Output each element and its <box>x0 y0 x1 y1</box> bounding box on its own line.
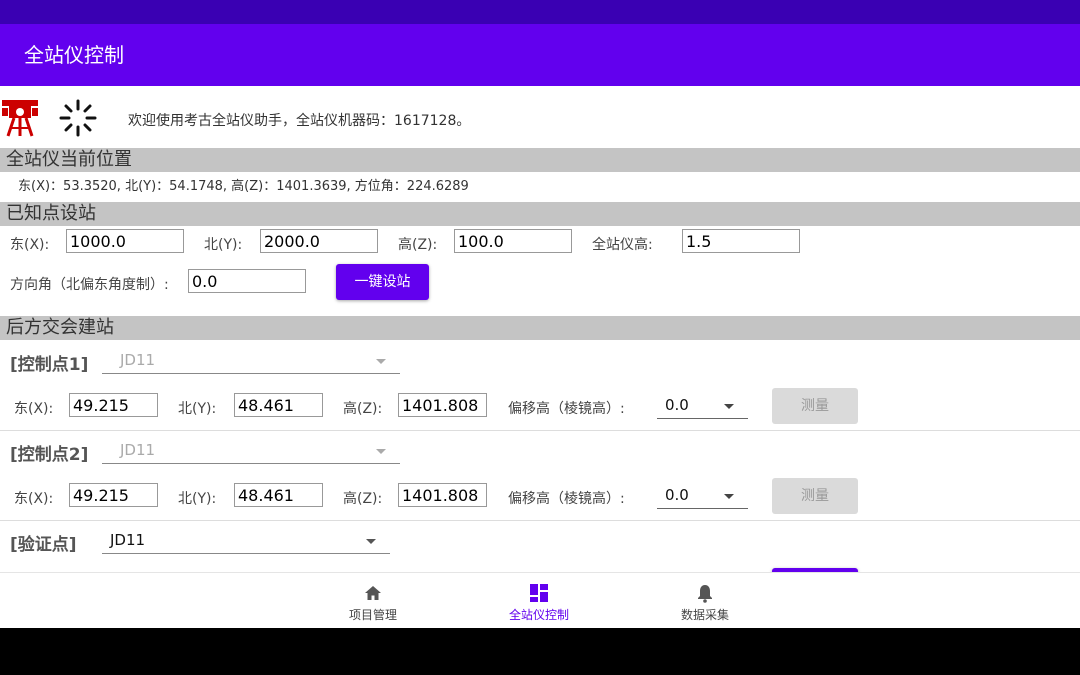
azimuth-input[interactable] <box>188 269 306 293</box>
control-point-1-select-value: JD11 <box>120 351 156 369</box>
instrument-height-input[interactable] <box>682 229 800 253</box>
loading-spinner-icon <box>58 98 98 138</box>
app-bar: 全站仪控制 <box>0 24 1080 86</box>
cp1-offset-select[interactable]: 0.0 <box>657 393 748 419</box>
control-point-2-select-value: JD11 <box>120 441 156 459</box>
status-bar <box>0 0 1080 24</box>
cp2-east-label: 东(X): <box>14 491 54 507</box>
dashboard-icon <box>529 583 549 603</box>
control-point-1-select[interactable]: JD11 <box>102 348 400 374</box>
main-content[interactable]: 欢迎使用考古全站仪助手，全站仪机器码：1617128。 全站仪当前位置 东(X)… <box>0 86 1080 572</box>
control-point-1-label: [控制点1] <box>10 355 89 375</box>
nav-item-project-management[interactable]: 项目管理 <box>313 573 433 629</box>
bottom-navigation: 项目管理 全站仪控制 数据采集 <box>0 572 1080 628</box>
divider <box>0 520 1080 521</box>
azimuth-label: 方向角（北偏东角度制）: <box>10 277 169 293</box>
known-point-section-header: 已知点设站 <box>0 202 1080 226</box>
height-label: 高(Z): <box>398 237 438 253</box>
cp1-offset-label: 偏移高（棱镜高）: <box>508 401 625 417</box>
chevron-down-icon <box>724 494 734 499</box>
divider <box>0 430 1080 431</box>
cp2-north-input[interactable] <box>234 483 323 507</box>
resection-section-header: 后方交会建站 <box>0 316 1080 340</box>
control-point-2-select[interactable]: JD11 <box>102 438 400 464</box>
verify-point-select[interactable]: JD11 <box>102 528 390 554</box>
position-section-header: 全站仪当前位置 <box>0 148 1080 172</box>
cp1-measure-button[interactable]: 测量 <box>772 388 858 424</box>
chevron-down-icon <box>366 539 376 544</box>
cp1-north-label: 北(Y): <box>178 401 217 417</box>
cp1-east-input[interactable] <box>69 393 158 417</box>
cp2-height-label: 高(Z): <box>343 491 383 507</box>
verify-point-label: [验证点] <box>10 535 77 555</box>
cp2-north-label: 北(Y): <box>178 491 217 507</box>
cp1-offset-value: 0.0 <box>665 396 689 414</box>
known-north-input[interactable] <box>260 229 378 253</box>
nav-item-total-station-control[interactable]: 全站仪控制 <box>479 573 599 629</box>
known-height-input[interactable] <box>454 229 572 253</box>
cp2-offset-value: 0.0 <box>665 486 689 504</box>
cp1-height-label: 高(Z): <box>343 401 383 417</box>
nav-item-label: 项目管理 <box>348 608 397 622</box>
page-title: 全站仪控制 <box>24 43 124 67</box>
cp2-measure-button[interactable]: 测量 <box>772 478 858 514</box>
cp1-north-input[interactable] <box>234 393 323 417</box>
control-point-2-label: [控制点2] <box>10 445 89 465</box>
cp2-height-input[interactable] <box>398 483 487 507</box>
total-station-logo-icon <box>0 98 40 138</box>
nav-item-label: 全站仪控制 <box>508 608 569 622</box>
welcome-text: 欢迎使用考古全站仪助手，全站仪机器码：1617128。 <box>128 113 471 129</box>
cp2-offset-label: 偏移高（棱镜高）: <box>508 491 625 507</box>
known-east-input[interactable] <box>66 229 184 253</box>
east-label: 东(X): <box>10 237 50 253</box>
cp1-east-label: 东(X): <box>14 401 54 417</box>
chevron-down-icon <box>376 449 386 454</box>
north-label: 北(Y): <box>204 237 243 253</box>
one-click-setup-button[interactable]: 一键设站 <box>336 264 429 300</box>
chevron-down-icon <box>376 359 386 364</box>
verify-point-select-value: JD11 <box>110 531 146 549</box>
home-icon <box>363 583 383 603</box>
instrument-height-label: 全站仪高: <box>592 237 653 253</box>
cp2-offset-select[interactable]: 0.0 <box>657 483 748 509</box>
system-navigation-bar <box>0 628 1080 675</box>
chevron-down-icon <box>724 404 734 409</box>
nav-item-label: 数据采集 <box>680 608 729 622</box>
cp1-height-input[interactable] <box>398 393 487 417</box>
bell-icon <box>695 583 715 603</box>
nav-item-data-collection[interactable]: 数据采集 <box>645 573 765 629</box>
cp2-east-input[interactable] <box>69 483 158 507</box>
position-readout: 东(X)：53.3520, 北(Y)：54.1748, 高(Z)：1401.36… <box>18 179 469 194</box>
